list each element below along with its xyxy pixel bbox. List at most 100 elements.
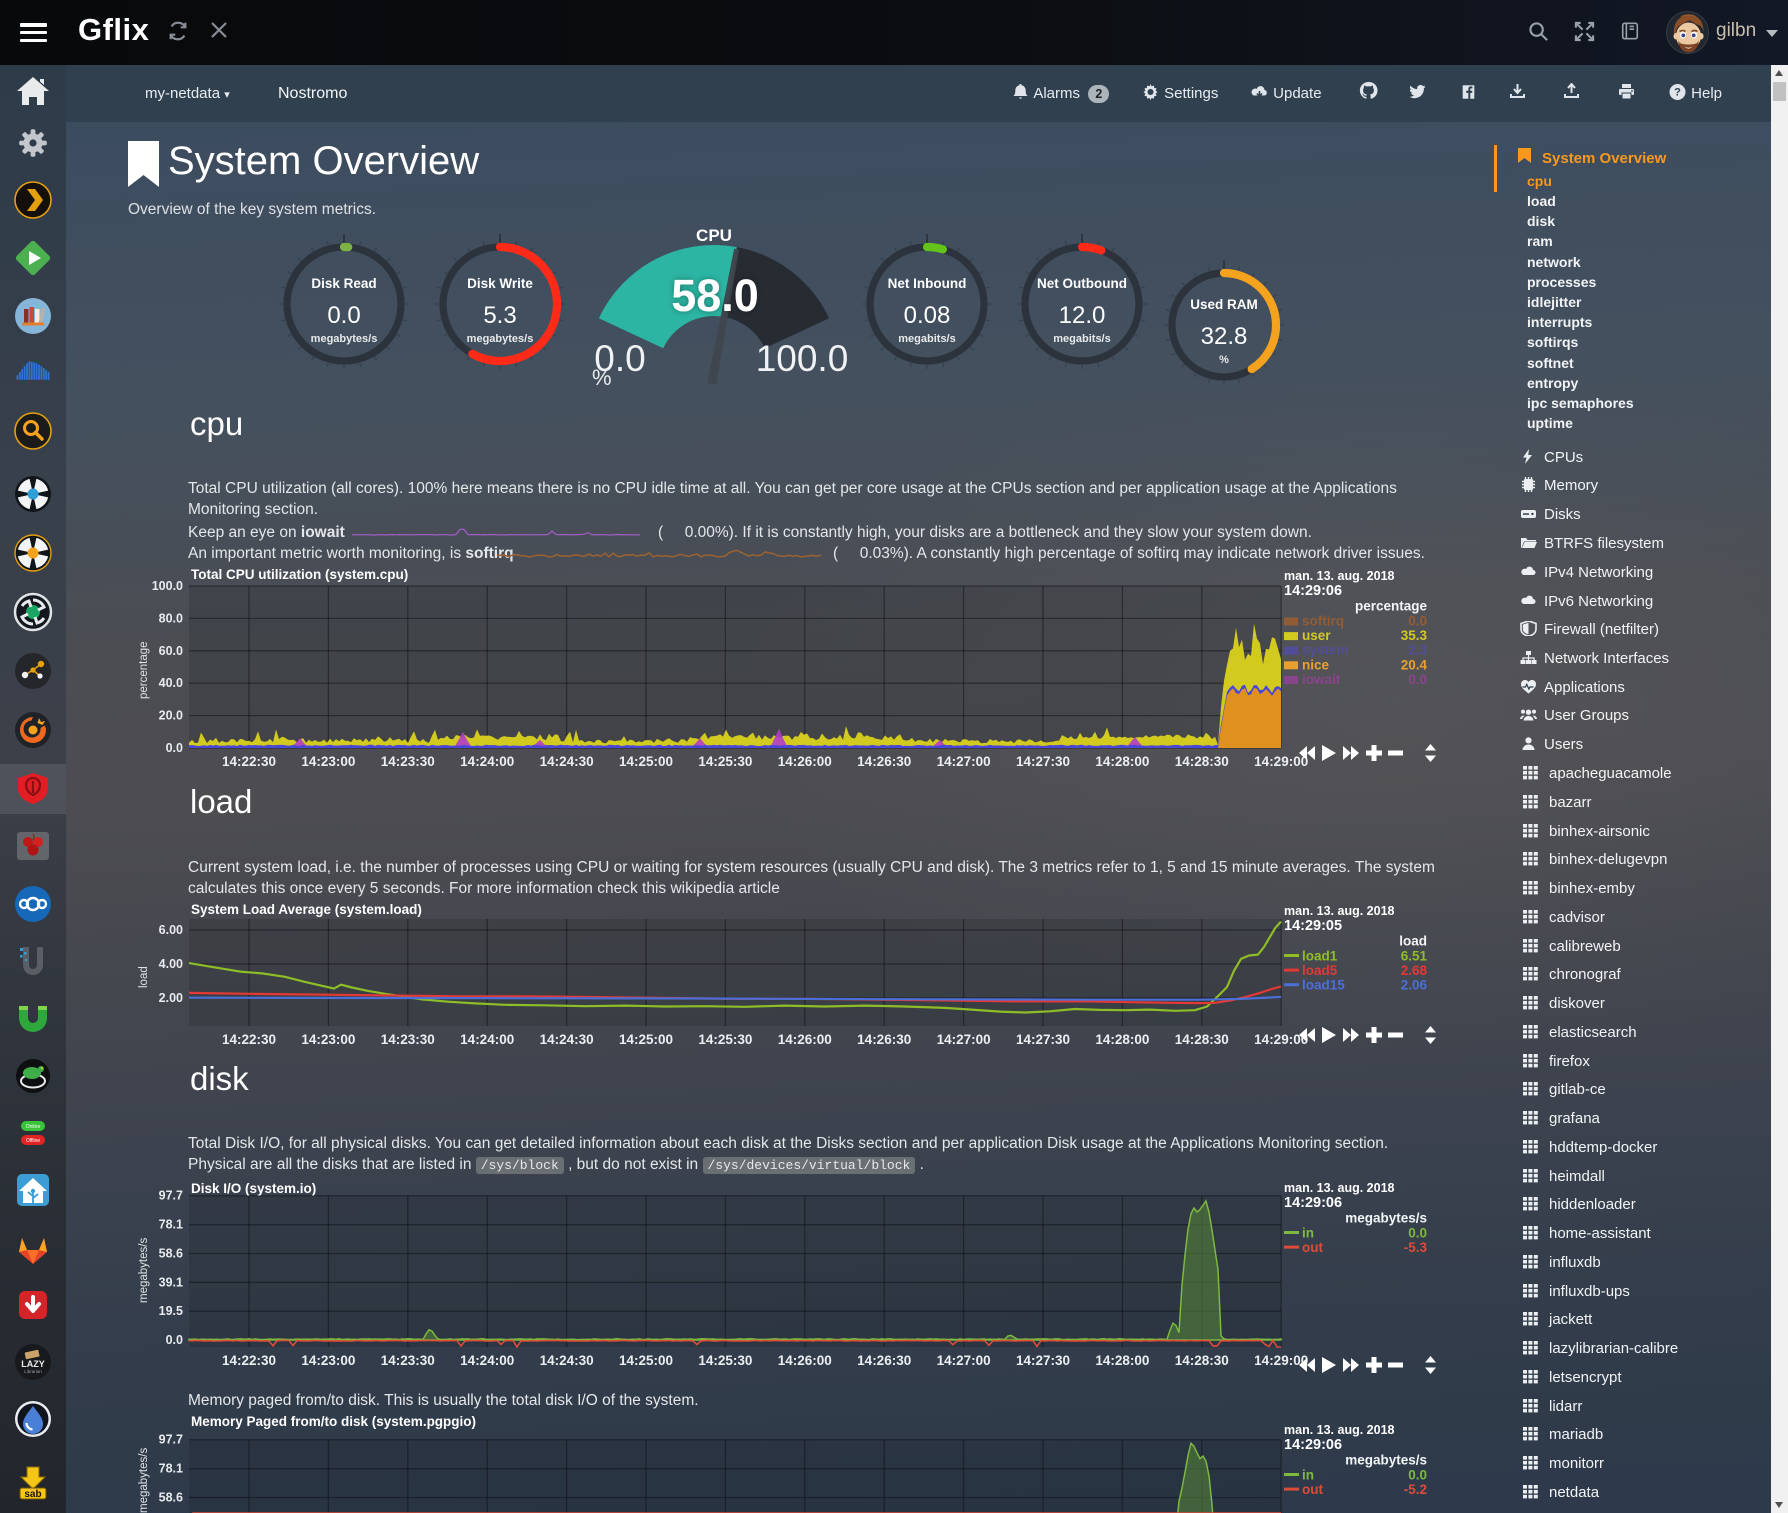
svg-text:14:29:06: 14:29:06 [1284, 583, 1342, 599]
svg-text:2.68: 2.68 [1401, 963, 1428, 978]
svg-text:14:22:30: 14:22:30 [222, 1032, 276, 1047]
svg-text:Librarian: Librarian [24, 1369, 42, 1374]
svg-text:14:29:00: 14:29:00 [1254, 754, 1308, 769]
svg-text:14:23:00: 14:23:00 [301, 1353, 355, 1368]
svg-text:man. 13. aug. 2018: man. 13. aug. 2018 [1284, 569, 1395, 583]
svg-text:100.0: 100.0 [152, 579, 183, 593]
svg-text:14:24:30: 14:24:30 [540, 1353, 594, 1368]
svg-text:megabytes/s: megabytes/s [467, 333, 534, 345]
svg-text:megabytes/s: megabytes/s [311, 333, 378, 345]
svg-text:14:28:00: 14:28:00 [1095, 1353, 1149, 1368]
svg-text:14:24:30: 14:24:30 [540, 754, 594, 769]
svg-text:Disk Write: Disk Write [467, 276, 533, 291]
svg-text:14:22:30: 14:22:30 [222, 1353, 276, 1368]
svg-text:6.00: 6.00 [159, 923, 183, 937]
svg-text:load: load [1399, 934, 1427, 949]
svg-text:softirq: softirq [1302, 614, 1344, 629]
svg-text:97.7: 97.7 [159, 1433, 183, 1447]
svg-text:32.8: 32.8 [1201, 323, 1248, 350]
svg-text:load5: load5 [1302, 963, 1338, 978]
svg-text:14:25:30: 14:25:30 [698, 1032, 752, 1047]
svg-text:Net Outbound: Net Outbound [1037, 276, 1127, 291]
svg-text:0.0: 0.0 [1408, 614, 1427, 629]
svg-text:load15: load15 [1302, 978, 1345, 993]
svg-text:0.0: 0.0 [1408, 672, 1427, 687]
svg-text:sab: sab [24, 1489, 41, 1500]
svg-text:load1: load1 [1302, 949, 1338, 964]
svg-text:58.6: 58.6 [159, 1491, 183, 1505]
svg-text:14:23:30: 14:23:30 [381, 1032, 435, 1047]
svg-text:%: % [1219, 354, 1229, 366]
svg-text:0.0: 0.0 [166, 741, 183, 755]
svg-text:78.1: 78.1 [159, 1218, 183, 1232]
svg-text:14:23:30: 14:23:30 [381, 1353, 435, 1368]
svg-text:5.3: 5.3 [483, 302, 516, 329]
svg-text:14:27:30: 14:27:30 [1016, 1353, 1070, 1368]
svg-text:14:25:00: 14:25:00 [619, 754, 673, 769]
svg-text:14:23:30: 14:23:30 [381, 754, 435, 769]
svg-text:out: out [1302, 1240, 1323, 1255]
svg-text:system: system [1302, 643, 1349, 658]
svg-text:40.0: 40.0 [159, 676, 183, 690]
svg-text:in: in [1302, 1468, 1314, 1483]
svg-text:Online: Online [26, 1124, 41, 1130]
svg-text:39.1: 39.1 [159, 1275, 183, 1289]
svg-text:14:26:00: 14:26:00 [778, 754, 832, 769]
svg-text:0.0: 0.0 [1408, 1226, 1427, 1241]
svg-text:iowait: iowait [1302, 672, 1341, 687]
svg-text:2.06: 2.06 [1401, 978, 1428, 993]
svg-text:14:25:30: 14:25:30 [698, 1353, 752, 1368]
svg-text:14:27:30: 14:27:30 [1016, 754, 1070, 769]
svg-text:14:29:06: 14:29:06 [1284, 1195, 1342, 1211]
svg-text:man. 13. aug. 2018: man. 13. aug. 2018 [1284, 1425, 1395, 1437]
svg-text:58.6: 58.6 [159, 1247, 183, 1261]
svg-text:35.3: 35.3 [1401, 628, 1428, 643]
svg-text:man. 13. aug. 2018: man. 13. aug. 2018 [1284, 904, 1395, 918]
svg-text:user: user [1302, 628, 1331, 643]
svg-text:14:24:00: 14:24:00 [460, 1353, 514, 1368]
svg-text:LAZY: LAZY [21, 1359, 45, 1369]
svg-text:-5.2: -5.2 [1404, 1482, 1427, 1497]
svg-text:80.0: 80.0 [159, 611, 183, 625]
svg-text:14:25:00: 14:25:00 [619, 1032, 673, 1047]
svg-text:14:27:30: 14:27:30 [1016, 1032, 1070, 1047]
svg-text:14:26:00: 14:26:00 [778, 1032, 832, 1047]
svg-text:14:26:30: 14:26:30 [857, 1032, 911, 1047]
svg-text:14:24:00: 14:24:00 [460, 754, 514, 769]
svg-text:14:28:00: 14:28:00 [1095, 754, 1149, 769]
svg-text:14:24:00: 14:24:00 [460, 1032, 514, 1047]
svg-text:14:25:30: 14:25:30 [698, 754, 752, 769]
svg-text:percentage: percentage [1355, 599, 1428, 614]
svg-text:12.0: 12.0 [1059, 302, 1106, 329]
svg-text:14:25:00: 14:25:00 [619, 1353, 673, 1368]
svg-text:-5.3: -5.3 [1404, 1240, 1428, 1255]
svg-text:0.0: 0.0 [166, 1333, 183, 1347]
svg-text:nice: nice [1302, 657, 1330, 672]
svg-text:2.00: 2.00 [159, 991, 183, 1005]
svg-text:14:24:30: 14:24:30 [540, 1032, 594, 1047]
svg-text:megabits/s: megabits/s [1053, 333, 1110, 345]
svg-text:14:23:00: 14:23:00 [301, 754, 355, 769]
svg-text:60.0: 60.0 [159, 644, 183, 658]
svg-text:out: out [1302, 1482, 1323, 1497]
svg-text:14:28:30: 14:28:30 [1175, 754, 1229, 769]
svg-text:megabytes/s: megabytes/s [1345, 1453, 1427, 1468]
svg-text:14:29:05: 14:29:05 [1284, 918, 1342, 934]
svg-text:14:28:30: 14:28:30 [1175, 1032, 1229, 1047]
svg-text:14:23:00: 14:23:00 [301, 1032, 355, 1047]
svg-text:14:27:00: 14:27:00 [937, 754, 991, 769]
svg-text:14:26:00: 14:26:00 [778, 1353, 832, 1368]
svg-text:14:28:30: 14:28:30 [1175, 1353, 1229, 1368]
svg-text:6.51: 6.51 [1401, 949, 1428, 964]
svg-text:megabytes/s: megabytes/s [1345, 1211, 1427, 1226]
svg-text:14:22:30: 14:22:30 [222, 754, 276, 769]
svg-text:14:27:00: 14:27:00 [937, 1353, 991, 1368]
svg-text:97.7: 97.7 [159, 1189, 183, 1203]
svg-text:megabits/s: megabits/s [898, 333, 955, 345]
svg-text:Net Inbound: Net Inbound [888, 276, 967, 291]
svg-text:2.3: 2.3 [1408, 643, 1427, 658]
svg-text:20.4: 20.4 [1401, 657, 1428, 672]
svg-text:14:29:06: 14:29:06 [1284, 1437, 1342, 1453]
svg-text:14:28:00: 14:28:00 [1095, 1032, 1149, 1047]
svg-text:man. 13. aug. 2018: man. 13. aug. 2018 [1284, 1181, 1395, 1195]
